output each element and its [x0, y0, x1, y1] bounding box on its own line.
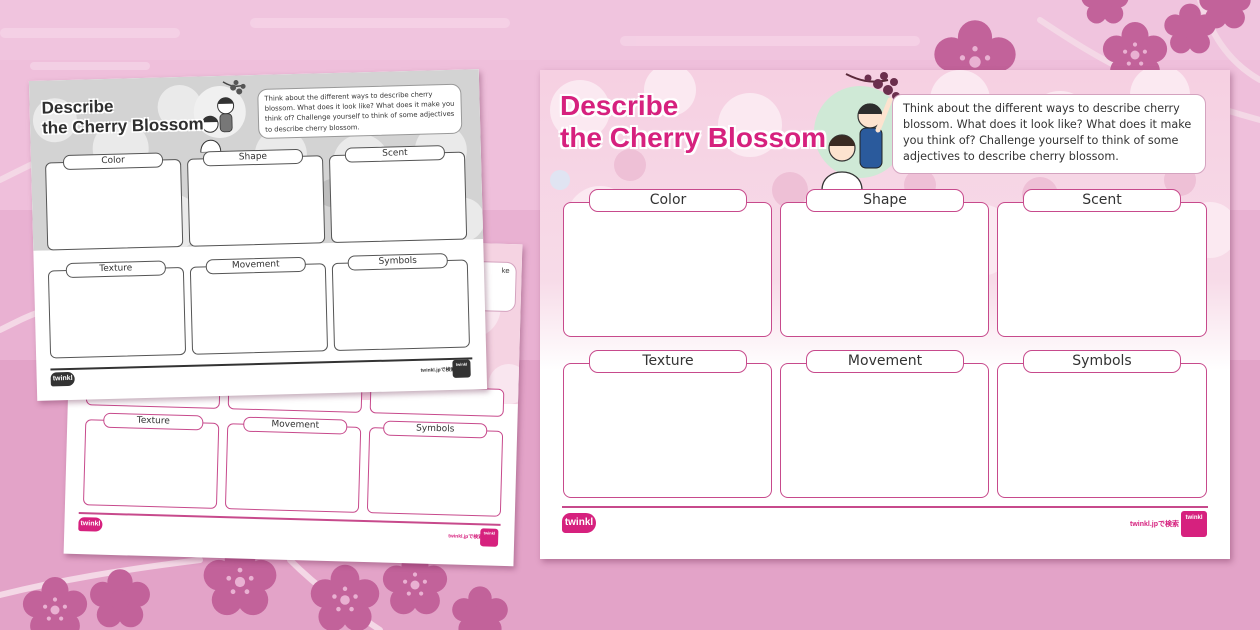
movement-label: Movement [806, 350, 964, 373]
texture-label: Texture [103, 412, 204, 431]
symbols-box [366, 427, 504, 517]
twinkl-badge-icon: twinkl [479, 528, 499, 547]
scent-label: Scent [1023, 189, 1181, 212]
scent-box [997, 202, 1207, 337]
instruction-box: Think about the different ways to descri… [257, 83, 463, 139]
texture-box [82, 419, 220, 509]
color-box [45, 158, 184, 251]
twinkl-badge-icon: twinkl [452, 359, 471, 378]
symbols-box [997, 363, 1207, 498]
instruction-fragment: ke [501, 266, 510, 275]
texture-box [563, 363, 772, 498]
footer-search-text: twinkl.jpで検索 [448, 533, 484, 541]
footer-line [562, 506, 1208, 508]
movement-label: Movement [243, 416, 348, 435]
twinkl-logo-icon: twinkl [50, 371, 75, 387]
movement-box [224, 423, 362, 513]
shape-box [186, 155, 326, 247]
texture-label: Texture [65, 260, 167, 279]
footer-line [50, 357, 473, 370]
worksheet-title: Describe the Cherry Blossom [41, 94, 204, 137]
title-line-2: the Cherry Blossom [560, 122, 827, 154]
twinkl-badge-icon: twinkl [1181, 511, 1207, 537]
texture-label: Texture [589, 350, 747, 373]
title-line-1: Describe [560, 90, 679, 121]
symbols-label: Symbols [383, 420, 488, 439]
color-label: Color [62, 152, 164, 171]
shape-box [780, 202, 989, 337]
movement-box [780, 363, 989, 498]
twinkl-logo-icon: twinkl [562, 513, 596, 533]
instruction-box: Think about the different ways to descri… [892, 94, 1206, 174]
movement-label: Movement [205, 256, 306, 275]
symbols-label: Symbols [347, 253, 448, 271]
twinkl-logo-icon: twinkl [78, 517, 103, 532]
worksheet-preview-greyscale: Describe the Cherry Blossom Think about … [28, 69, 488, 401]
footer-search-text: twinkl.jpで検索 [1130, 521, 1179, 528]
texture-box [47, 266, 187, 359]
color-label: Color [589, 189, 747, 212]
color-box [563, 202, 772, 337]
symbols-box [331, 259, 471, 352]
movement-box [189, 263, 329, 355]
worksheet-main: Describe the Cherry Blossom Think about … [540, 70, 1230, 559]
symbols-label: Symbols [1023, 350, 1181, 373]
worksheet-title: Describe the Cherry Blossom [560, 90, 826, 154]
scent-label: Scent [344, 145, 446, 163]
scent-box [328, 151, 468, 244]
shape-label: Shape [202, 148, 304, 167]
footer-search-text: twinkl.jpで検索 [420, 366, 456, 374]
shape-label: Shape [806, 189, 964, 212]
